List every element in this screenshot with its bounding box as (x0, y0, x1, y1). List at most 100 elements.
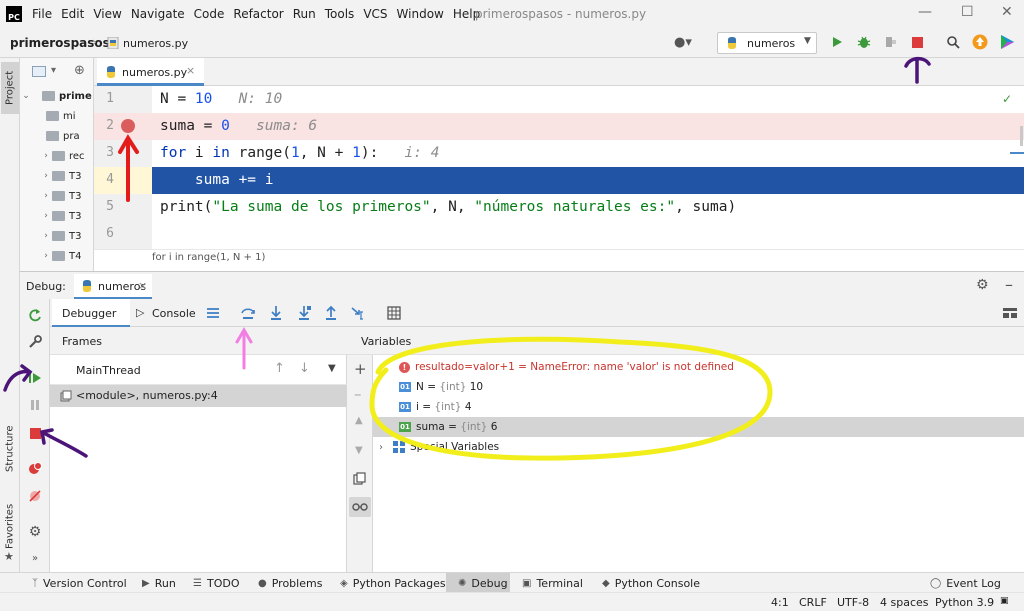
menu-icon[interactable] (206, 307, 220, 319)
gear-icon[interactable]: ⚙ (976, 277, 989, 293)
view-breakpoints-icon[interactable] (26, 459, 44, 477)
code-breadcrumb[interactable]: for i in range(1, N + 1) (152, 252, 265, 263)
settings-gear-icon[interactable]: ⚙ (26, 523, 44, 541)
step-out-icon[interactable] (323, 305, 339, 321)
move-up-icon[interactable]: ▲ (355, 415, 363, 426)
variable-row-selected[interactable]: 01 suma = {int} 6 (373, 417, 1024, 437)
code-editor[interactable]: N = 10 N: 10 suma = 0 suma: 6 for i in r… (152, 86, 1024, 249)
python-interpreter[interactable]: Python 3.9 (935, 596, 994, 609)
close-tab-icon[interactable]: × (186, 64, 195, 77)
menu-code[interactable]: Code (194, 7, 225, 21)
pause-icon[interactable] (26, 396, 44, 414)
search-icon[interactable] (945, 34, 961, 50)
move-down-icon[interactable]: ▼ (355, 445, 363, 456)
breakpoint-icon[interactable] (121, 119, 135, 133)
tab-structure[interactable]: Structure (1, 414, 19, 484)
breadcrumb-file[interactable]: numeros.py (123, 37, 188, 50)
step-over-icon[interactable] (240, 305, 256, 321)
mute-breakpoints-icon[interactable] (26, 487, 44, 505)
locate-icon[interactable]: ⊕ (74, 63, 85, 78)
show-watches-icon[interactable] (349, 497, 371, 517)
menu-vcs[interactable]: VCS (363, 7, 387, 21)
menu-navigate[interactable]: Navigate (131, 7, 185, 21)
evaluate-expression-icon[interactable] (387, 306, 401, 320)
editor-tab-numeros[interactable]: numeros.py × (97, 58, 204, 86)
copy-icon[interactable] (353, 472, 366, 485)
inspection-ok-icon[interactable]: ✓ (1002, 92, 1012, 106)
layout-icon[interactable] (1002, 306, 1018, 320)
close-window-button[interactable]: ✕ (1001, 4, 1013, 20)
menu-refactor[interactable]: Refactor (233, 7, 283, 21)
variable-row-error[interactable]: ! resultado=valor+1 = NameError: name 'v… (373, 357, 1024, 377)
lock-icon[interactable]: ▣ (1000, 596, 1009, 606)
minimize-panel-icon[interactable]: – (1005, 275, 1013, 294)
menu-file[interactable]: File (32, 7, 52, 21)
line-separator[interactable]: CRLF (799, 596, 827, 609)
variable-row[interactable]: 01 i = {int} 4 (373, 397, 1024, 417)
tree-root[interactable]: ⌄ prime (20, 86, 93, 106)
user-icon[interactable]: ●▾ (674, 35, 692, 50)
tab-problems[interactable]: ● Problems (258, 573, 322, 593)
dropdown-arrow-icon[interactable]: ▾ (51, 65, 56, 76)
tab-favorites[interactable]: Favorites (1, 496, 19, 556)
tab-python-packages[interactable]: ◈ Python Packages (340, 573, 446, 593)
jetbrains-icon[interactable] (999, 34, 1015, 50)
tree-item[interactable]: › T3 (20, 206, 93, 226)
tab-todo[interactable]: ☰ TODO (193, 573, 239, 593)
menu-tools[interactable]: Tools (325, 7, 355, 21)
tab-python-console[interactable]: ◆ Python Console (602, 573, 700, 593)
close-tab-icon[interactable]: × (138, 279, 147, 292)
menu-edit[interactable]: Edit (61, 7, 84, 21)
variable-row[interactable]: 01 N = {int} 10 (373, 377, 1024, 397)
resume-program-icon[interactable] (26, 369, 44, 387)
arrow-down-icon[interactable]: ↓ (299, 361, 310, 376)
stop-icon[interactable] (909, 34, 925, 50)
tab-debug[interactable]: ✺ Debug (446, 573, 510, 593)
editor-gutter[interactable]: 1 2 3 4 5 6 (94, 86, 152, 249)
arrow-up-icon[interactable]: ↑ (274, 361, 285, 376)
debug-session-tab[interactable]: numeros × (74, 274, 152, 299)
stop-icon[interactable] (26, 424, 44, 442)
menu-run[interactable]: Run (293, 7, 316, 21)
tab-event-log[interactable]: ◯ Event Log (930, 573, 1001, 593)
tab-console[interactable]: Console (152, 307, 196, 320)
menu-view[interactable]: View (93, 7, 121, 21)
add-watch-icon[interactable]: + (354, 360, 367, 378)
coverage-icon[interactable] (883, 34, 899, 50)
tree-item[interactable]: › T3 (20, 166, 93, 186)
frame-row[interactable]: <module>, numeros.py:4 (50, 385, 347, 407)
wrench-icon[interactable] (26, 333, 44, 351)
step-into-icon[interactable] (268, 305, 284, 321)
tab-run[interactable]: ▶ Run (142, 573, 176, 593)
more-icon[interactable]: » (26, 549, 44, 567)
variable-row-special[interactable]: › Special Variables (373, 437, 1024, 457)
run-icon[interactable] (829, 34, 845, 50)
tree-item[interactable]: › T3 (20, 186, 93, 206)
remove-watch-icon[interactable]: – (354, 385, 362, 403)
minimize-button[interactable]: — (918, 4, 932, 20)
chevron-down-icon[interactable]: ▼ (328, 363, 336, 374)
tree-item[interactable]: pra (20, 126, 93, 146)
file-encoding[interactable]: UTF-8 (837, 596, 869, 609)
step-into-my-code-icon[interactable] (296, 305, 312, 321)
project-view-icon[interactable] (32, 66, 46, 77)
run-to-cursor-icon[interactable] (350, 305, 366, 321)
tree-item[interactable]: › rec (20, 146, 93, 166)
tab-terminal[interactable]: ▣ Terminal (522, 573, 583, 593)
tab-project[interactable]: Project (1, 62, 19, 114)
menu-window[interactable]: Window (397, 7, 444, 21)
cursor-position[interactable]: 4:1 (771, 596, 789, 609)
tab-version-control[interactable]: ᛉ Version Control (32, 573, 127, 593)
rerun-icon[interactable] (26, 306, 44, 324)
tree-item[interactable]: mi (20, 106, 93, 126)
run-configuration-select[interactable]: numeros ▼ (717, 32, 817, 54)
tree-item[interactable]: › T3 (20, 226, 93, 246)
update-icon[interactable] (972, 34, 988, 50)
thread-selector[interactable]: MainThread ↑ ↓ ▼ (50, 355, 347, 385)
maximize-button[interactable]: ☐ (961, 4, 974, 20)
indent-setting[interactable]: 4 spaces (880, 596, 929, 609)
tree-item[interactable]: › T4 (20, 246, 93, 266)
debug-icon[interactable] (856, 34, 872, 50)
tab-debugger[interactable]: Debugger (52, 299, 130, 327)
